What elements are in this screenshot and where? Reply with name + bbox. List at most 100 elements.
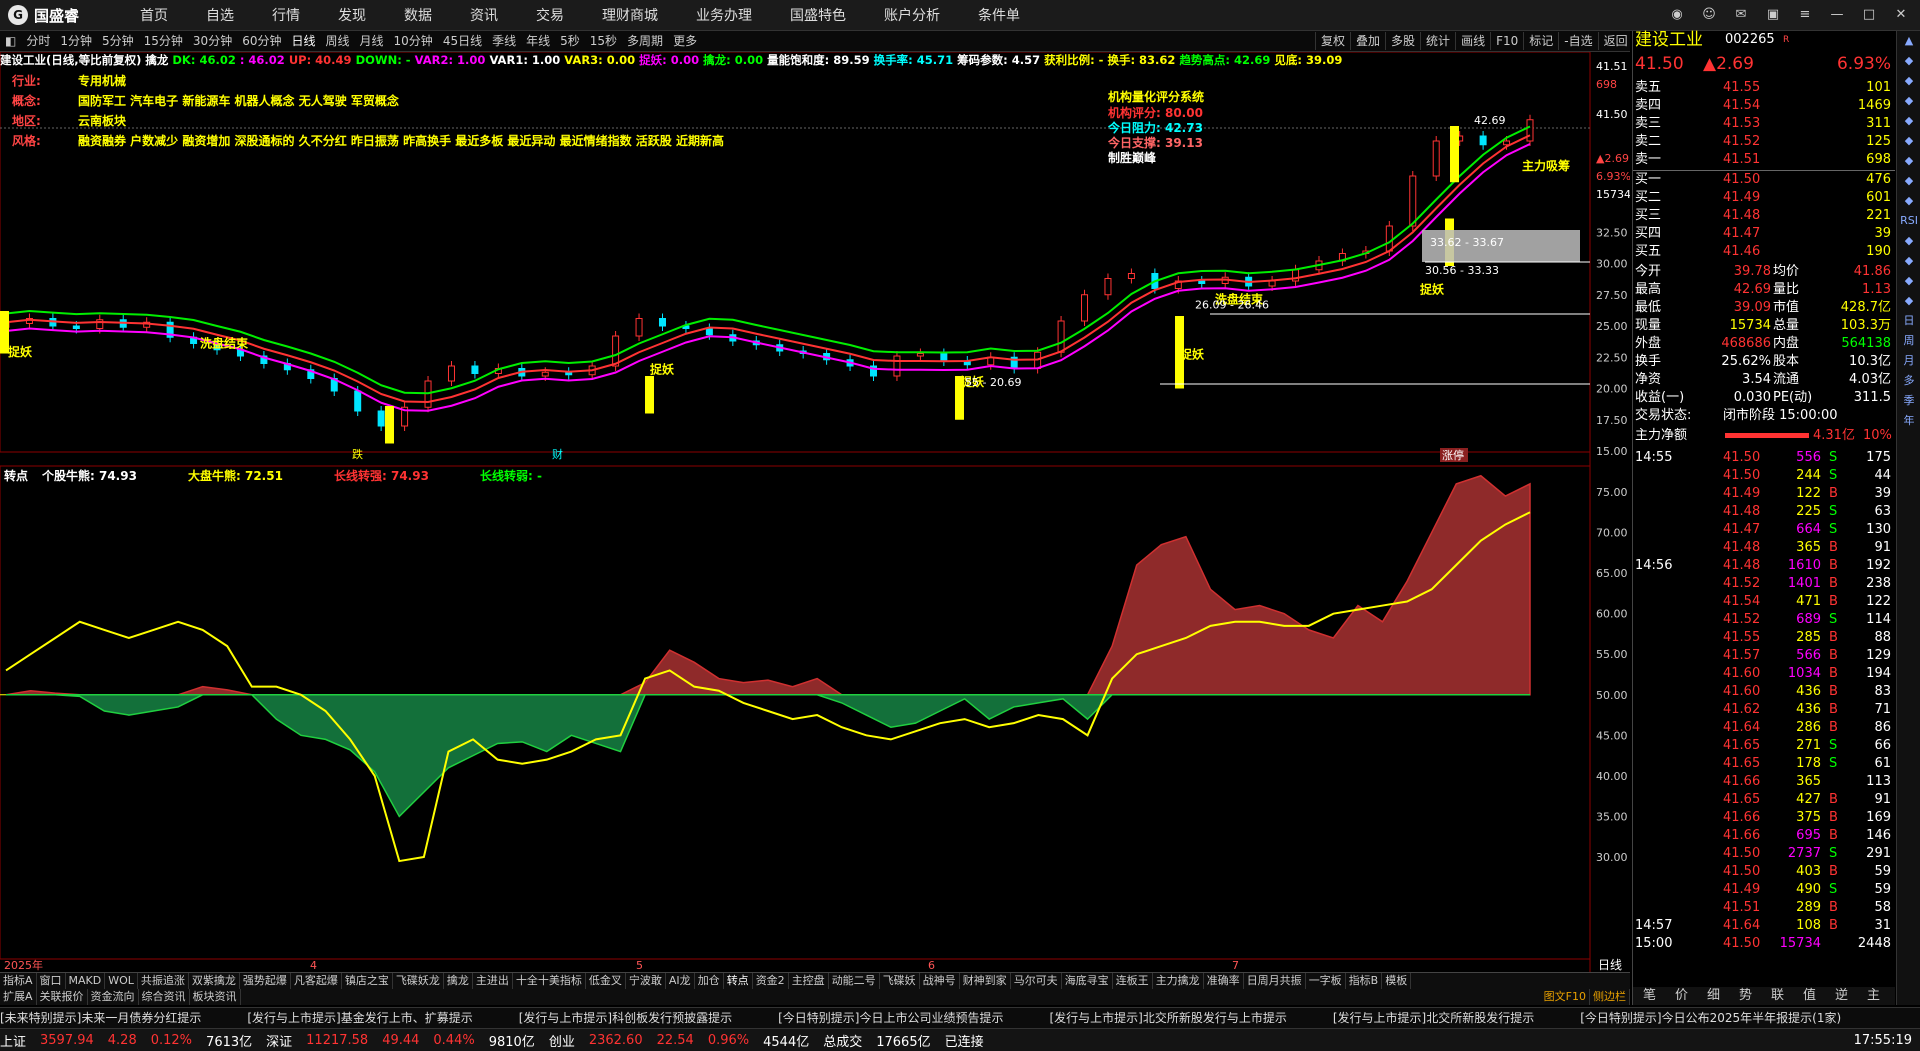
chat-icon[interactable]: ◉ [1666, 4, 1688, 24]
indicator-tab[interactable]: 指标B [1346, 973, 1383, 989]
indicator-tab[interactable]: WOL [105, 973, 138, 989]
period-tab[interactable]: 45日线 [438, 32, 487, 50]
user-icon[interactable]: ☺ [1698, 4, 1720, 24]
period-tab[interactable]: 5分钟 [97, 32, 139, 50]
period-tab[interactable]: 60分钟 [237, 32, 286, 50]
top-nav-item[interactable]: 数据 [404, 5, 432, 25]
shirt-icon[interactable]: ▣ [1762, 4, 1784, 24]
top-nav-item[interactable]: 资讯 [470, 5, 498, 25]
news-item[interactable]: [发行与上市提示]科创板发行预披露提示 [519, 1011, 732, 1025]
indicator-tab[interactable]: 海底寻宝 [1062, 973, 1113, 989]
indicator-tab[interactable]: 资金2 [753, 973, 789, 989]
top-nav-item[interactable]: 理财商城 [602, 5, 658, 25]
top-nav-item[interactable]: 账户分析 [884, 5, 940, 25]
indicator-tab[interactable]: 战神号 [920, 973, 960, 989]
indicator-tab[interactable]: 宁波敢 [626, 973, 666, 989]
top-nav-item[interactable]: 业务办理 [696, 5, 752, 25]
top-nav-item[interactable]: 首页 [140, 5, 168, 25]
indicator-tab[interactable]: 转点 [724, 973, 753, 989]
period-tab[interactable]: 1分钟 [55, 32, 97, 50]
panel-toggle[interactable]: 图文F10 [1541, 989, 1590, 1005]
right-tab[interactable]: 细 [1707, 987, 1720, 1005]
period-tab[interactable]: 多周期 [622, 32, 668, 50]
indicator-tab[interactable]: 主力擒龙 [1153, 973, 1204, 989]
period-tab[interactable]: 日线 [286, 32, 320, 50]
top-nav-item[interactable]: 条件单 [978, 5, 1020, 25]
indicator-tab[interactable]: 主进出 [473, 973, 513, 989]
side-icon[interactable]: ▲ [1897, 31, 1920, 51]
side-icon[interactable]: 月 [1897, 351, 1920, 371]
right-tab[interactable]: 值 [1803, 987, 1816, 1005]
indicator-tab[interactable]: 飞碟妖龙 [393, 973, 444, 989]
tool-button[interactable]: -自选 [1558, 32, 1597, 50]
panel-toggle[interactable]: 侧边栏 [1590, 989, 1630, 1005]
period-tab[interactable]: 5秒 [555, 32, 585, 50]
side-icon[interactable]: ◆ [1897, 271, 1920, 291]
info-tab[interactable]: 关联报价 [37, 989, 88, 1005]
indicator-tab[interactable]: 动能二号 [829, 973, 880, 989]
side-icon[interactable]: ◆ [1897, 231, 1920, 251]
indicator-tab[interactable]: 窗口 [37, 973, 66, 989]
tool-button[interactable]: 返回 [1597, 32, 1633, 50]
indicator-tab[interactable]: 连板王 [1113, 973, 1153, 989]
indicator-tab[interactable]: 日周月共振 [1244, 973, 1306, 989]
indicator-tab[interactable]: 财神到家 [960, 973, 1011, 989]
side-icon[interactable]: 季 [1897, 391, 1920, 411]
period-tab[interactable]: 15分钟 [139, 32, 188, 50]
tool-button[interactable]: 复权 [1315, 32, 1350, 50]
top-nav-item[interactable]: 自选 [206, 5, 234, 25]
period-tab[interactable]: 年线 [521, 32, 555, 50]
top-nav-item[interactable]: 国盛特色 [790, 5, 846, 25]
side-icon[interactable]: RSI [1897, 211, 1920, 231]
period-tab[interactable]: 月线 [355, 32, 389, 50]
side-icon[interactable]: ◆ [1897, 71, 1920, 91]
news-item[interactable]: [发行与上市提示]北交所新股发行与上市提示 [1050, 1011, 1287, 1025]
side-icon[interactable]: 周 [1897, 331, 1920, 351]
period-tab[interactable]: 季线 [487, 32, 521, 50]
side-icon[interactable]: ◆ [1897, 131, 1920, 151]
top-nav-item[interactable]: 发现 [338, 5, 366, 25]
tool-button[interactable]: 多股 [1385, 32, 1420, 50]
indicator-tab[interactable]: 指标A [0, 973, 37, 989]
news-item[interactable]: [发行与上市提示]北交所新股发行提示 [1333, 1011, 1534, 1025]
chart-area[interactable]: 32.50 30.00 27.50 25.00 22.50 20.00 17.50 15.00… [0, 52, 1630, 972]
right-tab[interactable]: 主 [1867, 987, 1880, 1005]
indicator-tab[interactable]: 加仓 [695, 973, 724, 989]
menu-icon[interactable]: ≡ [1794, 4, 1816, 24]
close-icon[interactable]: ✕ [1890, 4, 1912, 24]
indicator-tab[interactable]: AI龙 [666, 973, 695, 989]
period-tab[interactable]: 分时 [21, 32, 55, 50]
indicator-tab[interactable]: MAKD [66, 973, 106, 989]
right-tab[interactable]: 势 [1739, 987, 1752, 1005]
side-icon[interactable]: ◆ [1897, 291, 1920, 311]
indicator-tab[interactable]: 准确率 [1204, 973, 1244, 989]
side-icon[interactable]: ◆ [1897, 151, 1920, 171]
side-icon[interactable]: ◆ [1897, 91, 1920, 111]
top-nav-item[interactable]: 行情 [272, 5, 300, 25]
toggle-icon[interactable]: ◧ [0, 32, 21, 50]
indicator-tab[interactable]: 十全十美指标 [513, 973, 586, 989]
indicator-tab[interactable]: 一字板 [1306, 973, 1346, 989]
info-tab[interactable]: 资金流向 [88, 989, 139, 1005]
indicator-tab[interactable]: 马尔可夫 [1011, 973, 1062, 989]
indicator-tab[interactable]: 凡客起爆 [291, 973, 342, 989]
indicator-tab[interactable]: 飞碟妖 [880, 973, 920, 989]
period-tab[interactable]: 15秒 [585, 32, 622, 50]
indicator-tab[interactable]: 主控盘 [789, 973, 829, 989]
right-tab[interactable]: 逆 [1835, 987, 1848, 1005]
side-icon[interactable]: 日 [1897, 311, 1920, 331]
indicator-tab[interactable]: 模板 [1382, 973, 1412, 989]
info-tab[interactable]: 扩展A [0, 989, 37, 1005]
minimize-icon[interactable]: — [1826, 4, 1848, 24]
period-tab[interactable]: 10分钟 [389, 32, 438, 50]
tool-button[interactable]: 叠加 [1350, 32, 1385, 50]
tool-button[interactable]: 画线 [1455, 32, 1490, 50]
side-icon[interactable]: 年 [1897, 411, 1920, 431]
mail-icon[interactable]: ✉ [1730, 4, 1752, 24]
side-icon[interactable]: 多 [1897, 371, 1920, 391]
right-tab[interactable]: 笔 [1643, 987, 1656, 1005]
info-tab[interactable]: 板块资讯 [190, 989, 241, 1005]
indicator-tab[interactable]: 镇店之宝 [342, 973, 393, 989]
period-tab[interactable]: 30分钟 [188, 32, 237, 50]
indicator-tab[interactable]: 低金叉 [586, 973, 626, 989]
